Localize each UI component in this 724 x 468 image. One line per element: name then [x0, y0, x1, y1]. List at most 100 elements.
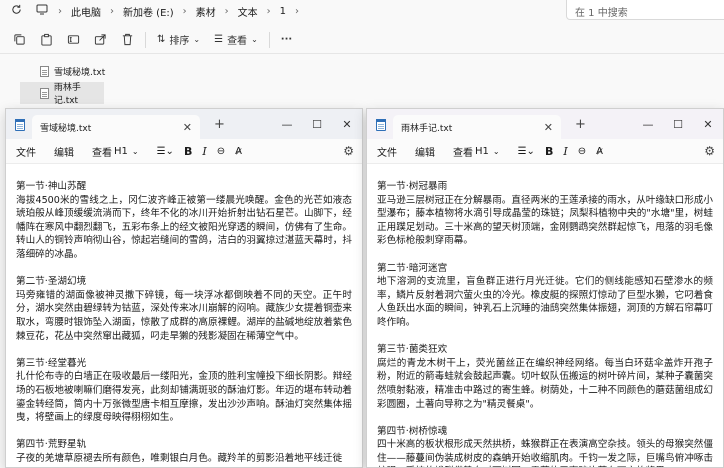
title-bar: 雨林手记.txt ✕ + — ☐ ✕: [367, 109, 723, 139]
breadcrumb-item[interactable]: 此电脑: [64, 4, 108, 19]
share-icon[interactable]: [87, 29, 114, 51]
tab-title: 雪域秘境.txt: [40, 123, 92, 134]
section-text: 四十米高的板状根形成天然拱桥，蛛猴群正在表演高空杂技。领头的母猴突然僵住——藤蔓…: [377, 439, 713, 467]
menu-edit[interactable]: 编辑: [54, 144, 74, 159]
section-title: 第四节·荒野星轨: [16, 439, 87, 451]
close-window-icon[interactable]: ✕: [332, 109, 362, 139]
search-input[interactable]: 在 1 中搜索: [566, 0, 724, 20]
sort-button[interactable]: ⇅ 排序 ⌄: [150, 29, 207, 51]
close-icon[interactable]: ✕: [183, 121, 192, 134]
italic-icon[interactable]: I: [563, 145, 567, 158]
chevron-right-icon: ›: [110, 5, 114, 17]
breadcrumb-item[interactable]: 1: [273, 6, 293, 17]
maximize-icon[interactable]: ☐: [302, 109, 332, 139]
chevron-down-icon: ⌄: [131, 146, 139, 156]
file-name: 雪域秘境.txt: [54, 67, 106, 78]
section-text: 子夜的羌塘草原褪去所有颜色，唯剩银白月色。藏羚羊的剪影沿着地平线迁徙: [16, 452, 343, 464]
tab-document[interactable]: 雪域秘境.txt ✕: [32, 115, 200, 139]
divider: [268, 31, 270, 48]
notepad-window-left: 雪域秘境.txt ✕ + — ☐ ✕ 文件 编辑 查看 H1 ⌄ ☰⌄ B I …: [5, 108, 363, 468]
section: 第四节·荒野星轨 子夜的羌塘草原褪去所有颜色，唯剩银白月色。藏羚羊的剪影沿着地平…: [16, 438, 352, 465]
refresh-icon[interactable]: [8, 4, 24, 18]
section: 第四节·树桥惊魂 四十米高的板状根形成天然拱桥，蛛猴群正在表演高空杂技。领头的母…: [377, 425, 713, 467]
rename-icon[interactable]: [60, 29, 87, 51]
breadcrumb: › 此电脑 › 新加卷 (E:) › 素材 › 文本 › 1 ›: [56, 4, 301, 19]
menu-view[interactable]: 查看: [92, 144, 112, 159]
close-window-icon[interactable]: ✕: [693, 109, 723, 139]
chevron-down-icon: ⌄: [193, 35, 201, 44]
heading-select[interactable]: H1 ⌄: [475, 146, 500, 157]
bold-icon[interactable]: B: [545, 145, 553, 158]
minimize-icon[interactable]: —: [633, 109, 663, 139]
menu-view[interactable]: 查看: [453, 144, 473, 159]
section-title: 第一节·神山苏醒: [16, 181, 87, 192]
notepad-window-right: 雨林手记.txt ✕ + — ☐ ✕ 文件 编辑 查看 H1 ⌄ ☰⌄ B I …: [366, 108, 724, 468]
format-toolbar: H1 ⌄ ☰⌄ B I ⊖ A̷: [114, 145, 242, 158]
format-toolbar: H1 ⌄ ☰⌄ B I ⊖ A̷: [475, 145, 603, 158]
delete-icon[interactable]: [114, 29, 141, 51]
section-title: 第一节·树冠暴雨: [377, 181, 448, 192]
minimize-icon[interactable]: —: [272, 109, 302, 139]
more-button[interactable]: ···: [274, 29, 299, 51]
section-title: 第二节·圣湖幻境: [16, 276, 87, 288]
sort-label: 排序: [169, 36, 190, 47]
file-name: 雨林手记.txt: [53, 83, 81, 106]
notepad-icon: [375, 118, 387, 131]
chevron-down-icon: ⌄: [492, 146, 500, 156]
menu-file[interactable]: 文件: [377, 144, 397, 159]
menu-bar: 文件 编辑 查看 H1 ⌄ ☰⌄ B I ⊖ A̷ ⚙: [367, 139, 723, 164]
section-text: 腐烂的青龙木树干上，荧光菌丝正在编织神经网络。每当白环菇伞盖炸开孢子粉，附近的箭…: [377, 357, 713, 410]
bold-icon[interactable]: B: [184, 145, 192, 158]
list-view-icon: ☰: [214, 34, 224, 45]
text-editor[interactable]: 第一节·树冠暴雨 亚马逊三层树冠正在分解暴雨。直径两米的王莲承接的雨水，从叶缘缺…: [367, 164, 723, 467]
maximize-icon[interactable]: ☐: [663, 109, 693, 139]
gear-icon[interactable]: ⚙: [343, 144, 354, 158]
new-tab-icon[interactable]: +: [575, 117, 586, 132]
list-item[interactable]: 雪域秘境.txt: [20, 60, 170, 82]
section: 第二节·圣湖幻境 玛旁雍错的湖面像被神灵撒下碎镜，每一块浮冰都倒映着不同的天空。…: [16, 275, 352, 343]
chevron-right-icon[interactable]: ›: [293, 6, 301, 17]
view-button[interactable]: ☰ 查看 ⌄: [207, 29, 265, 51]
copy-icon[interactable]: [6, 29, 33, 51]
view-label: 查看: [227, 36, 248, 47]
section-text: 地下溶洞的支流里，盲鱼群正进行月光迁徙。它们的侧线能感知石壁渗水的频率，鳞片反射…: [377, 276, 713, 328]
section-text: 海拔4500米的雪线之上，冈仁波齐峰正被第一缕晨光唤醒。金色的光芒如液态琥珀般从…: [16, 194, 352, 260]
section-text: 扎什伦布寺的白墙正在吸收最后一缕阳光，金顶的胜利宝幢投下细长阴影。辩经场的石板地…: [16, 371, 352, 424]
section: 第三节·经堂暮光 扎什伦布寺的白墙正在吸收最后一缕阳光，金顶的胜利宝幢投下细长阴…: [16, 357, 352, 425]
breadcrumb-item[interactable]: 素材: [189, 4, 223, 19]
close-icon[interactable]: ✕: [544, 121, 553, 134]
paste-icon[interactable]: [33, 29, 60, 51]
section-title: 第四节·树桥惊魂: [377, 425, 448, 437]
divider: [145, 31, 146, 48]
menu-edit[interactable]: 编辑: [415, 144, 435, 159]
list-item[interactable]: 雨林手记.txt: [20, 82, 104, 106]
list-icon[interactable]: ☰⌄: [157, 146, 174, 157]
list-icon[interactable]: ☰⌄: [518, 146, 535, 157]
heading-value: H1: [114, 145, 128, 157]
link-icon[interactable]: ⊖: [578, 146, 586, 157]
section: 第一节·树冠暴雨 亚马逊三层树冠正在分解暴雨。直径两米的王莲承接的雨水，从叶缘缺…: [377, 180, 713, 248]
command-bar: ⇅ 排序 ⌄ ☰ 查看 ⌄ ···: [0, 26, 724, 54]
tab-title: 雨林手记.txt: [401, 123, 453, 134]
menu-file[interactable]: 文件: [16, 144, 36, 159]
text-editor[interactable]: 第一节·神山苏醒 海拔4500米的雪线之上，冈仁波齐峰正被第一缕晨光唤醒。金色的…: [6, 164, 362, 465]
link-icon[interactable]: ⊖: [217, 146, 225, 157]
heading-select[interactable]: H1 ⌄: [114, 146, 139, 157]
window-controls: — ☐ ✕: [272, 109, 362, 139]
tab-document[interactable]: 雨林手记.txt ✕: [393, 115, 561, 139]
clear-format-icon[interactable]: A̷: [596, 146, 603, 157]
clear-format-icon[interactable]: A̷: [235, 146, 242, 157]
section-text: 亚马逊三层树冠正在分解暴雨。直径两米的王莲承接的雨水，从叶缘缺口形成小型瀑布；藤…: [377, 194, 713, 247]
notepad-icon: [14, 118, 26, 131]
italic-icon[interactable]: I: [202, 145, 206, 158]
gear-icon[interactable]: ⚙: [704, 144, 715, 158]
text-file-icon: [40, 87, 49, 99]
section: 第二节·暗河迷宫 地下溶洞的支流里，盲鱼群正进行月光迁徙。它们的侧线能感知石壁渗…: [377, 262, 713, 330]
breadcrumb-item[interactable]: 文本: [231, 4, 265, 19]
chevron-right-icon: ›: [58, 5, 62, 17]
new-tab-icon[interactable]: +: [214, 117, 225, 132]
breadcrumb-item[interactable]: 新加卷 (E:): [116, 4, 181, 19]
chevron-right-icon: ›: [266, 5, 271, 17]
chevron-right-icon: ›: [224, 5, 229, 17]
section: 第三节·菌类狂欢 腐烂的青龙木树干上，荧光菌丝正在编织神经网络。每当白环菇伞盖炸…: [377, 343, 713, 411]
